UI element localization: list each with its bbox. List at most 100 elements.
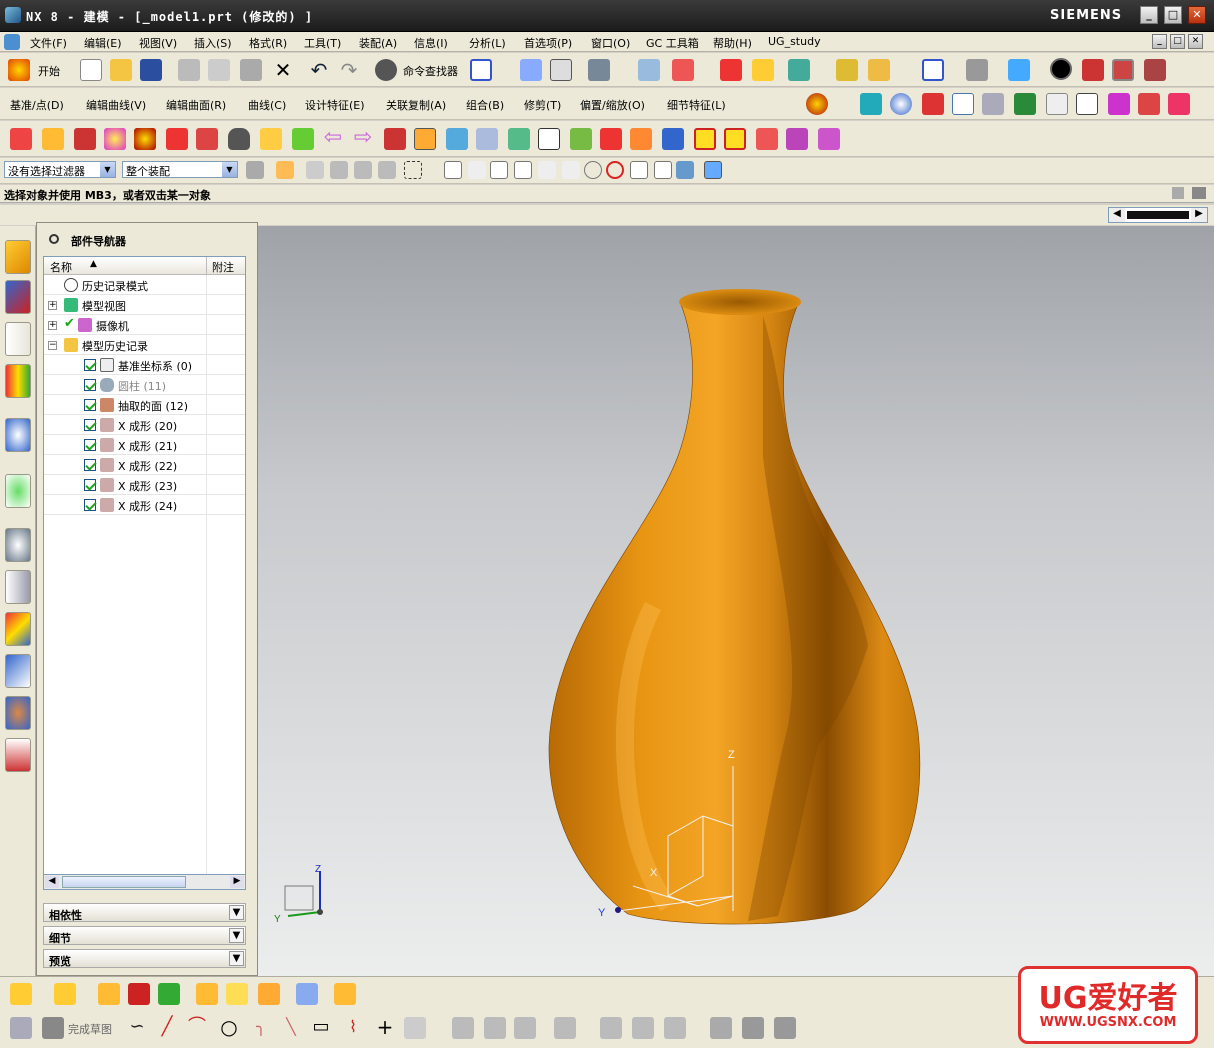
vase-model-svg[interactable]: Z X Y Z Y (258, 226, 1214, 976)
offset-scale-menu[interactable]: 偏置/缩放(O) (580, 97, 645, 113)
through-curves-icon[interactable] (42, 128, 64, 150)
through-curve-mesh-icon[interactable] (74, 128, 96, 150)
chevron-down-icon[interactable]: ▼ (229, 951, 244, 966)
tree-row-cameras[interactable]: + ✔ 摄像机 (44, 315, 245, 335)
tree-row-x-form-24[interactable]: X 成形 (24) (44, 495, 245, 515)
command-finder-label[interactable]: 命令查找器 (403, 63, 458, 79)
info-cursor-icon[interactable] (588, 59, 610, 81)
layers-stack-icon[interactable] (508, 128, 530, 150)
profile-icon[interactable]: ∽ (126, 1017, 148, 1039)
snap-endpoint-icon[interactable] (490, 161, 508, 179)
graphics-viewport[interactable]: Z X Y Z Y (258, 226, 1214, 976)
pin-icon[interactable] (49, 234, 59, 244)
menu-preferences[interactable]: 首选项(P) (524, 35, 572, 51)
fit-view-icon[interactable] (470, 59, 492, 81)
menu-edit[interactable]: 编辑(E) (84, 35, 122, 51)
info-scrollbar[interactable]: ◀ ▶ (1108, 207, 1208, 223)
monitor-icon[interactable] (446, 128, 468, 150)
minimize-button[interactable]: _ (1140, 6, 1158, 24)
mirror-assembly-icon[interactable] (258, 983, 280, 1005)
studio-display-icon[interactable] (1112, 59, 1134, 81)
design-feature-menu[interactable]: 设计特征(E) (305, 97, 365, 113)
polygon-icon[interactable]: ⌇ (342, 1017, 364, 1039)
deviation-icon[interactable] (756, 128, 778, 150)
menu-info[interactable]: 信息(I) (414, 35, 448, 51)
scroll-thumb[interactable] (1127, 211, 1189, 219)
mate-component-icon[interactable] (128, 983, 150, 1005)
scroll-left-icon[interactable]: ◀ (1109, 208, 1125, 222)
table-view-icon[interactable] (476, 128, 498, 150)
auto-constraint-icon[interactable] (664, 1017, 686, 1039)
snap-bounded-icon[interactable] (704, 161, 722, 179)
visibility-checkbox[interactable] (84, 399, 96, 411)
reuse-library-tab[interactable] (5, 364, 31, 398)
visibility-checkbox[interactable] (84, 459, 96, 471)
select-target-icon[interactable] (246, 161, 264, 179)
chevron-down-icon[interactable]: ▼ (229, 905, 244, 920)
constraint-icon[interactable] (632, 1017, 654, 1039)
offset-curve-icon[interactable] (554, 1017, 576, 1039)
undo-icon[interactable]: ↶ (308, 59, 330, 81)
spreadsheet-icon[interactable] (1014, 93, 1036, 115)
tree-row-history-mode[interactable]: 历史记录模式 (44, 275, 245, 295)
info-tab[interactable] (5, 418, 31, 452)
tree-row-model-views[interactable]: + 模型视图 (44, 295, 245, 315)
arrow-tool-icon[interactable] (1168, 93, 1190, 115)
maximize-button[interactable]: □ (1164, 6, 1182, 24)
binoculars-icon[interactable] (375, 59, 397, 81)
shaded-display-icon[interactable] (1050, 58, 1072, 80)
associative-copy-menu[interactable]: 关联复制(A) (386, 97, 446, 113)
selection-filter-dropdown[interactable]: 没有选择过滤器 ▼ (4, 161, 116, 178)
doc-close-button[interactable]: ✕ (1188, 34, 1203, 49)
tree-horizontal-scrollbar[interactable]: ◀ ▶ (43, 874, 246, 890)
tree-row-extracted-face[interactable]: 抽取的面 (12) (44, 395, 245, 415)
parts-list-icon[interactable] (982, 93, 1004, 115)
box-icon[interactable] (414, 128, 436, 150)
part-select-icon[interactable] (330, 161, 348, 179)
pencil-icon[interactable] (292, 128, 314, 150)
studio-spline-icon[interactable] (404, 1017, 426, 1039)
wcs-icon[interactable] (672, 59, 694, 81)
menu-tools[interactable]: 工具(T) (304, 35, 341, 51)
copy-icon[interactable] (208, 59, 230, 81)
system-materials-tab[interactable] (5, 570, 31, 604)
tree-row-x-form-21[interactable]: X 成形 (21) (44, 435, 245, 455)
line-icon[interactable]: ╱ (156, 1017, 178, 1039)
feature-select-icon[interactable] (276, 161, 294, 179)
edit-display-icon[interactable] (752, 59, 774, 81)
move-face-icon[interactable] (786, 128, 808, 150)
text-tool-icon[interactable] (538, 128, 560, 150)
reposition-icon[interactable] (196, 983, 218, 1005)
law-extension-icon[interactable] (260, 128, 282, 150)
create-component-icon[interactable] (98, 983, 120, 1005)
vase-icon[interactable] (228, 128, 250, 150)
doc-minimize-button[interactable]: _ (1152, 34, 1167, 49)
paste-icon[interactable] (240, 59, 262, 81)
expand-icon[interactable]: + (48, 301, 57, 310)
menu-ug-study[interactable]: UG_study (768, 35, 821, 48)
menu-help[interactable]: 帮助(H) (713, 35, 752, 51)
pattern-component-icon[interactable] (226, 983, 248, 1005)
selection-scope-dropdown[interactable]: 整个装配 ▼ (122, 161, 238, 178)
detail-feature-menu[interactable]: 细节特征(L) (667, 97, 726, 113)
play-icon[interactable] (788, 59, 810, 81)
snap-view-icon[interactable] (520, 59, 542, 81)
tree-row-cylinder[interactable]: 圆柱 (11) (44, 375, 245, 395)
assembly-navigator-tab[interactable] (5, 240, 31, 274)
app-menu-icon[interactable] (4, 34, 20, 50)
scroll-right-icon[interactable]: ▶ (1191, 208, 1207, 222)
visibility-checkbox[interactable] (84, 479, 96, 491)
assembly-tree-icon[interactable] (1138, 93, 1160, 115)
snap-existing-icon[interactable] (468, 161, 486, 179)
exploded-view-icon[interactable] (334, 983, 356, 1005)
draft-analysis-icon[interactable] (694, 128, 716, 150)
edge-display-icon[interactable] (1082, 59, 1104, 81)
abc-annotation-icon[interactable] (952, 93, 974, 115)
start-icon[interactable] (8, 59, 30, 81)
sphere-icon[interactable] (890, 93, 912, 115)
scroll-left-icon[interactable]: ◀ (45, 876, 59, 888)
column-name-header[interactable]: 名称 (50, 259, 72, 275)
layer-icon[interactable] (638, 59, 660, 81)
extrude-icon[interactable] (10, 128, 32, 150)
manufacturing-wizard-tab[interactable] (5, 654, 31, 688)
